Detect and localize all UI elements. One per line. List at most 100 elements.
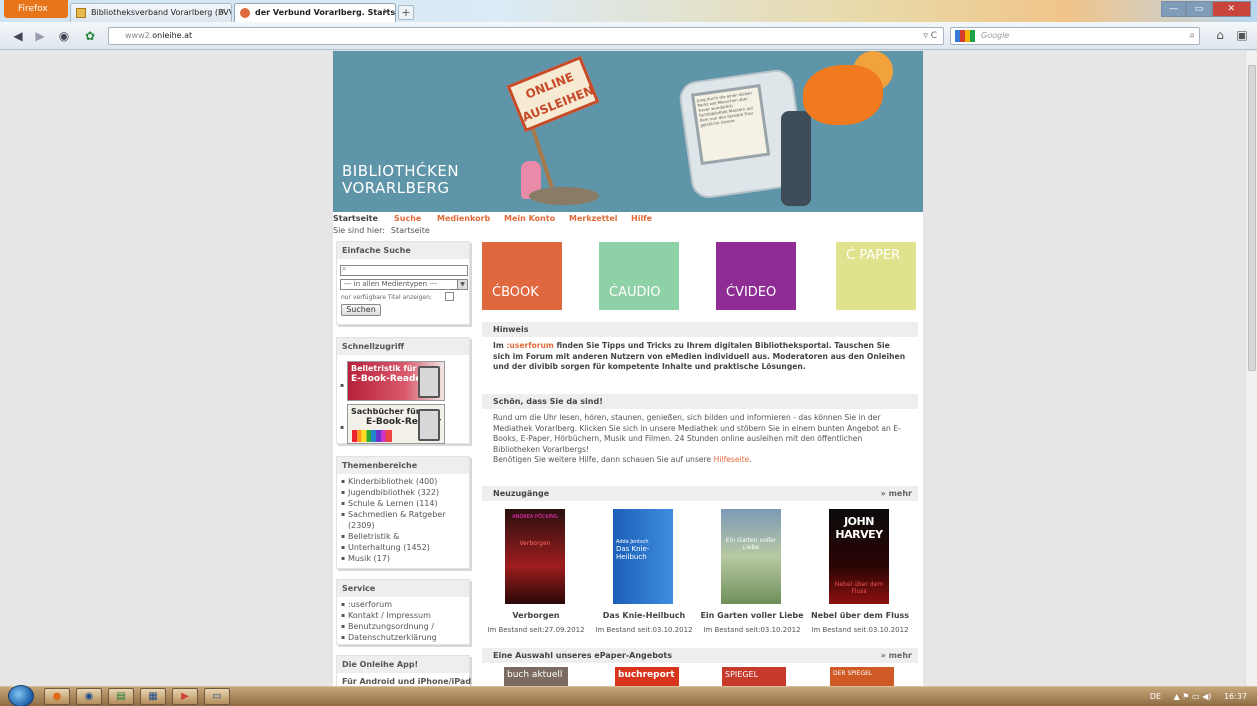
nav-medienkorb[interactable]: Medienkorb — [437, 214, 490, 223]
language-indicator[interactable]: DE — [1150, 692, 1161, 701]
nav-merkzettel[interactable]: Merkzettel — [569, 214, 618, 223]
help-page-link[interactable]: Hilfeseite — [714, 455, 750, 464]
search-go-icon[interactable]: ⌕ — [1189, 28, 1195, 44]
maximize-button[interactable]: ▭ — [1186, 1, 1212, 17]
media-type-select[interactable]: --- in allen Medientypen --- ▼ — [340, 279, 468, 290]
ebook-reader-icon — [418, 366, 440, 398]
start-button[interactable] — [8, 685, 34, 706]
book-cover[interactable]: ANDREA PÖCKING Verborgen — [505, 509, 565, 604]
topic-item[interactable]: Sachmedien & Ratgeber (2309) — [341, 509, 465, 531]
url-bar[interactable]: www2.onleihe.at ▿ C — [108, 27, 944, 45]
tray-icons[interactable]: ▲ ⚑ ▭ ◀) — [1174, 692, 1212, 701]
tab-bibliotheksverband[interactable]: Bibliotheksverband Vorarlberg (BVV) × — [70, 3, 232, 22]
service-item-datenschutz[interactable]: Datenschutzerklärung — [341, 632, 465, 643]
ebook-reader-icon — [418, 409, 440, 441]
page-viewport: ONLINE AUSLEIHEN Jung durch die einen di… — [0, 51, 1245, 686]
reload-icon[interactable]: ▿ C — [923, 28, 937, 44]
taskbar-explorer-icon[interactable]: ◉ — [76, 688, 102, 705]
book-cover[interactable]: Ein Garten voller Liebe — [721, 509, 781, 604]
breadcrumb-current[interactable]: Startseite — [391, 226, 430, 235]
bookmarks-icon[interactable]: ▣ — [1234, 28, 1250, 44]
userforum-link[interactable]: :userforum — [506, 341, 553, 350]
topic-item[interactable]: Belletristik & — [341, 531, 465, 542]
book-date: Im Bestand seit:03.10.2012 — [703, 626, 801, 634]
forward-arrow-icon[interactable]: ▶ — [32, 28, 48, 44]
clock[interactable]: 16:37 — [1224, 692, 1247, 701]
header-banner[interactable]: ONLINE AUSLEIHEN Jung durch die einen di… — [333, 51, 923, 212]
epaper-cover[interactable]: DER SPIEGEL — [830, 667, 894, 686]
windows-taskbar: ● ◉ ▤ ▦ ▶ ▭ DE ▲ ⚑ ▭ ◀) 16:37 — [0, 685, 1257, 706]
book-title[interactable]: Das Knie-Heilbuch — [590, 611, 698, 620]
taskbar-media-icon[interactable]: ▶ — [172, 688, 198, 705]
epaper-cover[interactable]: buch aktuell — [504, 667, 568, 686]
identity-icon[interactable]: ◉ — [56, 28, 72, 44]
nav-suche[interactable]: Suche — [394, 214, 421, 223]
tab-close-icon[interactable]: × — [382, 4, 390, 21]
book-cover[interactable]: Adda Jentsch Das Knie-Heilbuch — [613, 509, 673, 604]
tile-epaper[interactable]: Ć PAPER — [836, 242, 916, 310]
epaper-label: Eine Auswahl unseres ePaper-Angebots — [493, 651, 673, 660]
topic-item[interactable]: Schule & Lernen (114) — [341, 498, 465, 509]
taskbar-firefox-icon[interactable]: ● — [44, 688, 70, 705]
book-item[interactable]: JOHN HARVEY Nebel über dem Fluss Nebel ü… — [806, 509, 914, 639]
tile-epaper-label: Ć PAPER — [846, 248, 901, 263]
taskbar-folder-icon[interactable]: ▭ — [204, 688, 230, 705]
tile-ebook[interactable]: ĆBOOK — [482, 242, 562, 310]
quick-access-title: Schnellzugriff — [337, 338, 469, 355]
service-item-userforum[interactable]: :userforum — [341, 599, 465, 610]
search-button[interactable]: Suchen — [341, 304, 381, 316]
tile-evideo[interactable]: ĆVIDEO — [716, 242, 796, 310]
goldfish-illustration — [803, 65, 883, 125]
tab-label: Bibliotheksverband Vorarlberg (BVV) — [91, 8, 232, 17]
back-arrow-icon[interactable]: ◀ — [10, 28, 26, 44]
nav-hilfe[interactable]: Hilfe — [631, 214, 652, 223]
available-only-checkbox[interactable] — [445, 292, 454, 301]
promo-belletristik-ebook[interactable]: Belletristik für E-Book-Reader — [347, 361, 445, 401]
taskbar-window-icon[interactable]: ▦ — [140, 688, 166, 705]
topic-item[interactable]: Kinderbibliothek (400) — [341, 476, 465, 487]
topic-item-continued[interactable]: Unterhaltung (1452) — [341, 542, 465, 553]
computer-screen-text: Jung durch die einen dicken Packt wie Me… — [690, 84, 771, 166]
more-link[interactable]: » mehr — [881, 486, 912, 501]
promo1-line1: Belletristik für — [351, 364, 417, 373]
tile-eaudio[interactable]: ĆAUDIO — [599, 242, 679, 310]
more-link[interactable]: » mehr — [881, 648, 912, 663]
service-item-benutzungsordnung[interactable]: Benutzungsordnung / — [341, 621, 465, 632]
nav-startseite[interactable]: Startseite — [333, 214, 378, 223]
brand-logo: BIBLIOTHĆKEN VORARLBERG — [342, 163, 459, 197]
book-title[interactable]: Ein Garten voller Liebe — [698, 611, 806, 620]
window-controls: — ▭ ✕ — [1161, 1, 1251, 17]
help-text: Benötigen Sie weitere Hilfe, dann schaue… — [493, 455, 714, 464]
search-engine-input[interactable]: Google ⌕ — [950, 27, 1200, 45]
promo-sachbuecher-ebook[interactable]: Sachbücher für E-Book-Reader — [347, 404, 445, 444]
vertical-scrollbar[interactable] — [1245, 51, 1257, 686]
minimize-button[interactable]: — — [1161, 1, 1187, 17]
book-title[interactable]: Verborgen — [482, 611, 590, 620]
service-item-kontakt[interactable]: Kontakt / Impressum — [341, 610, 465, 621]
app-text[interactable]: Für Android und iPhone/iPad — [337, 673, 471, 686]
search-input[interactable] — [340, 265, 468, 276]
book-item[interactable]: Ein Garten voller Liebe Ein Garten volle… — [698, 509, 806, 639]
book-date: Im Bestand seit:27.09.2012 — [487, 626, 585, 634]
close-window-button[interactable]: ✕ — [1211, 1, 1251, 17]
topic-item[interactable]: Jugendbibliothek (322) — [341, 487, 465, 498]
new-tab-button[interactable]: + — [398, 5, 414, 20]
google-logo-icon[interactable] — [955, 30, 975, 42]
addon-icon[interactable]: ✿ — [82, 28, 98, 44]
firefox-menu-button[interactable]: Firefox — [4, 0, 68, 18]
book-cover[interactable]: JOHN HARVEY Nebel über dem Fluss — [829, 509, 889, 604]
book-item[interactable]: Adda Jentsch Das Knie-Heilbuch Das Knie-… — [590, 509, 698, 639]
scrollbar-thumb[interactable] — [1248, 65, 1256, 371]
epaper-cover[interactable]: buchreport — [615, 667, 679, 686]
home-icon[interactable]: ⌂ — [1212, 28, 1228, 44]
nav-mein-konto[interactable]: Mein Konto — [504, 214, 555, 223]
book-item[interactable]: ANDREA PÖCKING Verborgen Verborgen Im Be… — [482, 509, 590, 639]
chevron-down-icon[interactable]: ▼ — [457, 280, 467, 289]
topic-item[interactable]: Musik (17) — [341, 553, 465, 564]
book-title[interactable]: Nebel über dem Fluss — [806, 611, 914, 620]
brand-line1: BIBLIOTHĆKEN — [342, 162, 460, 180]
epaper-cover[interactable]: SPIEGEL — [722, 667, 786, 686]
tab-onleihe-startseite[interactable]: der Verbund Vorarlberg. Startseite × — [234, 3, 396, 22]
tab-close-icon[interactable]: × — [218, 4, 226, 21]
taskbar-app-icon[interactable]: ▤ — [108, 688, 134, 705]
